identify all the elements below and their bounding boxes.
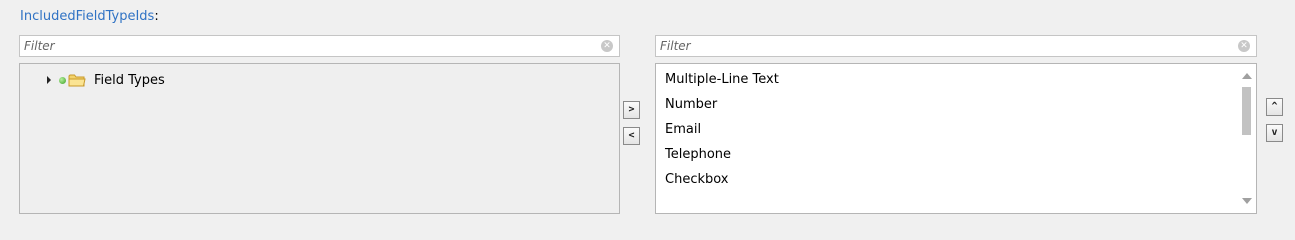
list-item[interactable]: Number <box>665 94 717 116</box>
selected-list-panel: Multiple-Line Text Number Email Telephon… <box>655 63 1257 214</box>
tree-node-field-types[interactable]: Field Types <box>47 71 165 89</box>
field-colon: : <box>154 9 159 24</box>
right-filter-box: ✕ <box>655 35 1257 57</box>
right-filter-input[interactable] <box>656 36 1232 56</box>
list-scrollbar[interactable] <box>1238 65 1255 212</box>
expand-arrow-icon[interactable] <box>47 76 51 84</box>
list-item[interactable]: Telephone <box>665 144 731 166</box>
green-dot-icon <box>59 76 66 84</box>
add-button[interactable]: > <box>623 101 640 119</box>
scroll-up-icon[interactable] <box>1242 73 1252 79</box>
list-item[interactable]: Checkbox <box>665 169 729 191</box>
move-up-button[interactable]: ^ <box>1266 98 1283 116</box>
move-down-button[interactable]: v <box>1266 124 1283 142</box>
list-item[interactable]: Multiple-Line Text <box>665 69 779 91</box>
scroll-thumb[interactable] <box>1242 87 1251 135</box>
right-filter-clear-icon[interactable]: ✕ <box>1238 40 1250 52</box>
field-label: IncludedFieldTypeIds: <box>20 9 159 24</box>
left-filter-box: ✕ <box>19 35 620 57</box>
scroll-down-icon[interactable] <box>1242 198 1252 204</box>
remove-button[interactable]: < <box>623 127 640 145</box>
left-filter-input[interactable] <box>20 36 595 56</box>
field-name: IncludedFieldTypeIds <box>20 9 155 24</box>
left-filter-clear-icon[interactable]: ✕ <box>601 40 613 52</box>
list-item[interactable]: Email <box>665 119 701 141</box>
tree-node-label: Field Types <box>94 72 165 88</box>
folder-icon <box>68 74 86 87</box>
available-tree-panel: Field Types <box>19 63 620 214</box>
